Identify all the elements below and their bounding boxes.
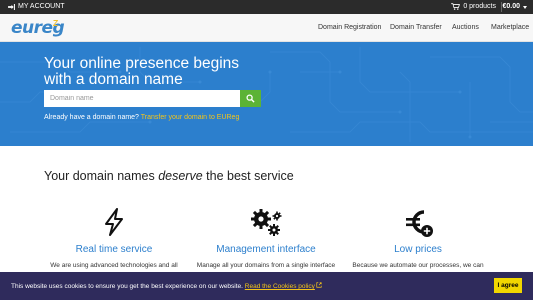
feature-text: We are using advanced technologies and a… bbox=[50, 262, 178, 269]
chevron-down-icon[interactable] bbox=[523, 6, 527, 9]
hero-headline: Your online presence begins with a domai… bbox=[44, 55, 240, 88]
transfer-domain-link[interactable]: Transfer your domain to EUReg bbox=[141, 114, 240, 121]
feature-text: Because we automate our processes, we ca… bbox=[352, 262, 484, 269]
lightning-icon bbox=[105, 208, 123, 236]
cookie-agree-button[interactable]: I agree bbox=[494, 278, 522, 293]
nav-auctions[interactable]: Auctions bbox=[452, 24, 479, 31]
feature-text: Manage all your domains from a single in… bbox=[196, 262, 336, 269]
section-title-end: the best service bbox=[202, 169, 294, 183]
my-account-link[interactable]: MY ACCOUNT bbox=[8, 3, 65, 10]
section-title-start: Your domain names bbox=[44, 169, 159, 183]
feature-low-prices: Low prices Because we automate our proce… bbox=[338, 206, 498, 270]
gears-icon bbox=[251, 209, 282, 236]
top-account-bar: MY ACCOUNT 0 products €0.00 bbox=[0, 0, 533, 14]
cookie-message: This website uses cookies to ensure you … bbox=[11, 282, 322, 290]
nav-marketplace[interactable]: Marketplace bbox=[491, 24, 529, 31]
sign-in-icon bbox=[8, 3, 15, 10]
section-title-emphasis: deserve bbox=[158, 169, 203, 183]
cookie-policy-label: Read the Cookies policy bbox=[244, 283, 315, 290]
main-navigation: eureg Domain Registration Domain Transfe… bbox=[0, 14, 533, 42]
feature-title: Low prices bbox=[394, 244, 442, 255]
nav-domain-transfer[interactable]: Domain Transfer bbox=[390, 24, 442, 31]
cookie-policy-link[interactable]: Read the Cookies policy bbox=[244, 282, 322, 290]
my-account-label: MY ACCOUNT bbox=[18, 3, 65, 10]
domain-search-input[interactable] bbox=[44, 90, 240, 107]
cart-icon bbox=[451, 3, 461, 10]
feature-title: Management interface bbox=[216, 244, 316, 255]
transfer-question: Already have a domain name? bbox=[44, 114, 139, 121]
cart-link[interactable]: 0 products bbox=[451, 3, 496, 10]
feature-real-time: Real time service We are using advanced … bbox=[34, 206, 194, 270]
external-link-icon bbox=[316, 282, 322, 288]
cart-count: 0 products bbox=[463, 3, 496, 10]
search-button[interactable] bbox=[240, 90, 261, 107]
cookie-banner: This website uses cookies to ensure you … bbox=[0, 272, 533, 300]
cart-total[interactable]: €0.00 bbox=[502, 3, 520, 10]
logo-mark-icon bbox=[53, 20, 58, 26]
search-icon bbox=[246, 94, 255, 103]
euro-plus-icon bbox=[406, 210, 433, 237]
feature-title: Real time service bbox=[75, 244, 153, 255]
transfer-prompt: Already have a domain name? Transfer you… bbox=[44, 114, 239, 121]
hero-banner: Your online presence begins with a domai… bbox=[0, 42, 533, 146]
nav-domain-registration[interactable]: Domain Registration bbox=[318, 24, 381, 31]
section-title: Your domain names deserve the best servi… bbox=[44, 169, 294, 183]
feature-management: Management interface Manage all your dom… bbox=[186, 206, 346, 270]
cookie-text: This website uses cookies to ensure you … bbox=[11, 283, 243, 290]
